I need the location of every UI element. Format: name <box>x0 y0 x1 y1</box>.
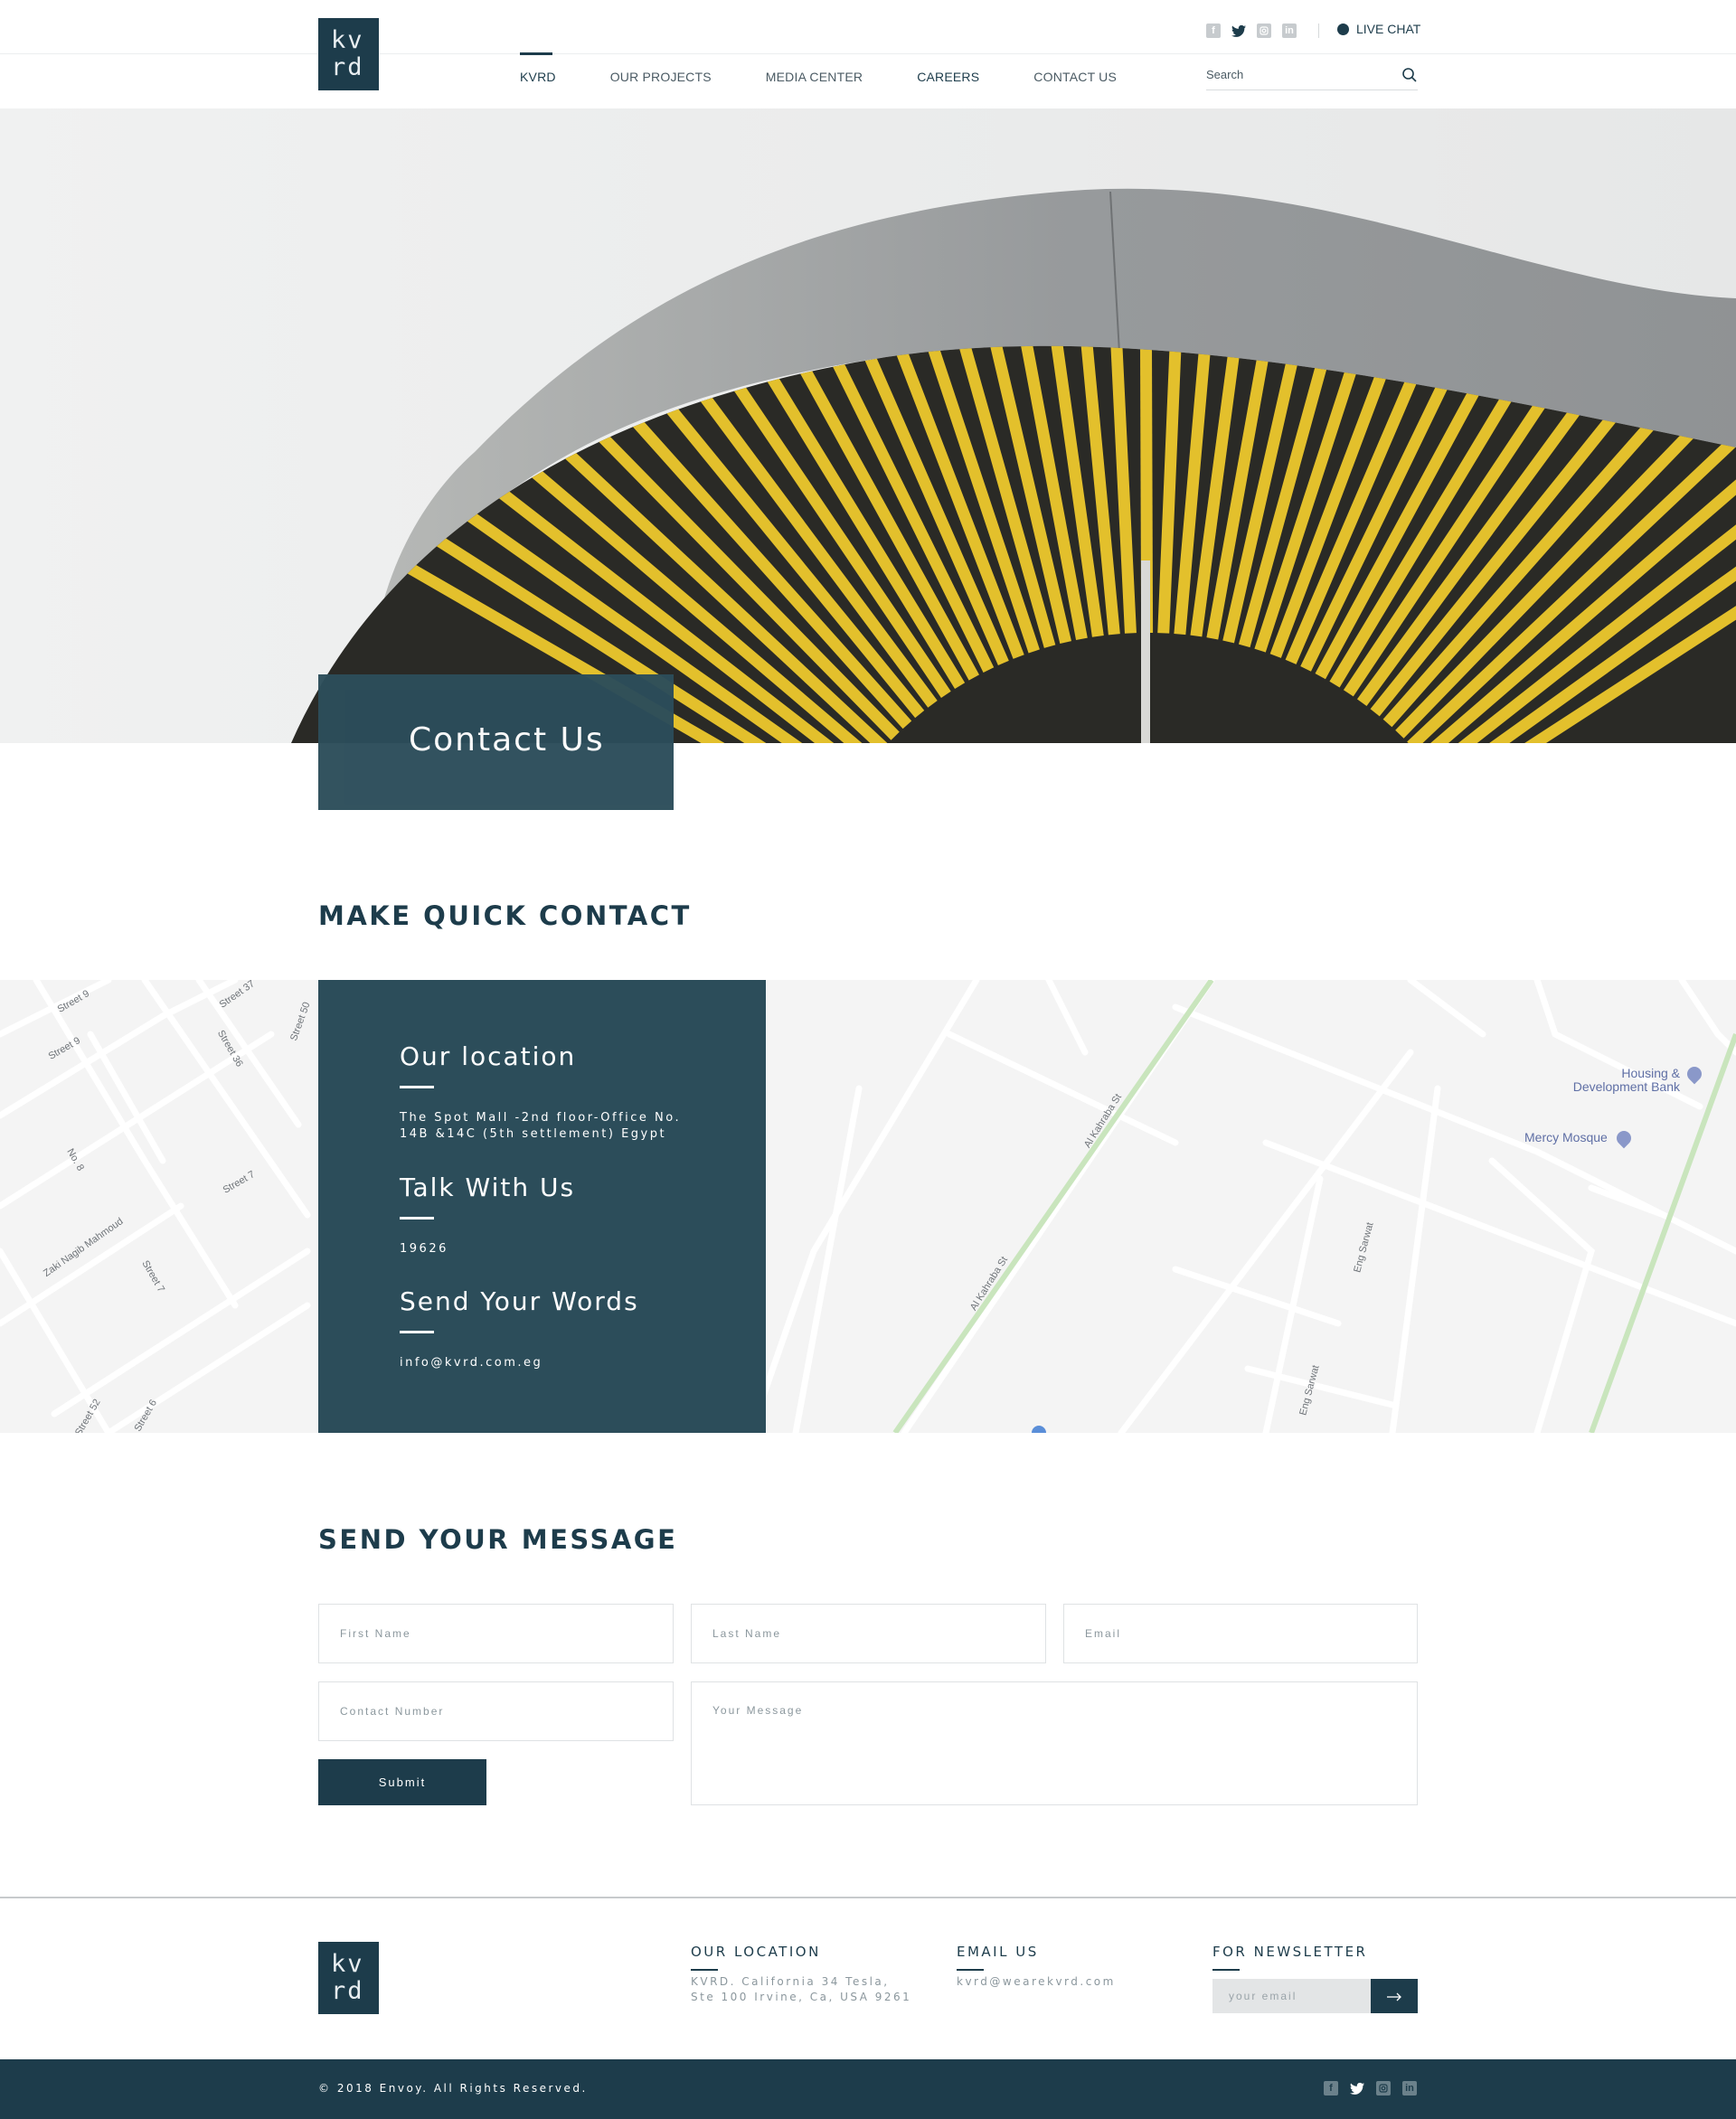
contact-info-card: Our location The Spot Mall -2nd floor-Of… <box>318 980 766 1433</box>
quick-contact-heading: MAKE QUICK CONTACT <box>318 900 692 931</box>
footer-divider <box>0 1897 1736 1898</box>
contact-number-field[interactable] <box>319 1682 673 1740</box>
email-link[interactable]: info@kvrd.com.eg <box>400 1355 639 1371</box>
search-input[interactable] <box>1206 68 1387 81</box>
talk-heading: Talk With Us <box>400 1173 576 1202</box>
last-name-wrapper <box>691 1604 1046 1663</box>
newsletter-form <box>1212 1979 1418 2013</box>
poi-label: Housing & Development Bank <box>1572 1066 1680 1094</box>
hero-architecture-image <box>0 108 1736 743</box>
instagram-icon[interactable] <box>1257 24 1271 38</box>
header-social-links: f in <box>1206 24 1297 38</box>
footer-newsletter-title: FOR NEWSLETTER <box>1212 1944 1368 1960</box>
submit-button[interactable]: Submit <box>318 1759 486 1805</box>
nav-item-our-projects[interactable]: OUR PROJECTS <box>610 54 712 108</box>
words-block: Send Your Words info@kvrd.com.eg <box>400 1286 639 1371</box>
site-header: kv rd KVRD OUR PROJECTS MEDIA CENTER CAR… <box>0 0 1736 108</box>
location-map[interactable]: Street 9 Street 9 Street 37 Street 36 St… <box>0 980 1736 1433</box>
footer-bottom-bar: © 2018 Envoy. All Rights Reserved. f in <box>0 2059 1736 2119</box>
map-location-dot <box>1032 1426 1046 1433</box>
footer-location: OUR LOCATION KVRD. California 34 Tesla, … <box>691 1944 911 2005</box>
phone-number-link[interactable]: 19626 <box>400 1241 575 1257</box>
twitter-icon[interactable] <box>1350 2081 1364 2095</box>
page-title: Contact Us <box>409 721 605 758</box>
first-name-field[interactable] <box>319 1605 673 1662</box>
arrow-right-icon <box>1387 1992 1401 2001</box>
logo-text-bottom: rd <box>331 53 364 81</box>
footer-email: EMAIL US kvrd@wearekvrd.com <box>957 1944 1116 1990</box>
hero-title-box: Contact Us <box>318 674 674 810</box>
footer-social-links: f in <box>1324 2081 1417 2095</box>
nav-item-media-center[interactable]: MEDIA CENTER <box>766 54 863 108</box>
footer-newsletter: FOR NEWSLETTER <box>1212 1944 1367 1971</box>
facebook-icon[interactable]: f <box>1206 24 1221 38</box>
footer-title-underline <box>691 1969 718 1971</box>
footer-email-link[interactable]: kvrd@wearekvrd.com <box>957 1974 1116 1990</box>
hero-banner <box>0 108 1736 743</box>
copyright-text: © 2018 Envoy. All Rights Reserved. <box>318 2082 588 2095</box>
talk-block: Talk With Us 19626 <box>400 1173 575 1257</box>
search-box <box>1206 67 1418 90</box>
address-line-1: The Spot Mall -2nd floor-Office No. <box>400 1111 682 1125</box>
main-nav: KVRD OUR PROJECTS MEDIA CENTER CAREERS C… <box>520 52 1171 108</box>
last-name-field[interactable] <box>692 1605 1045 1662</box>
mosque-pin-icon <box>1613 1127 1635 1149</box>
twitter-icon[interactable] <box>1231 24 1246 38</box>
map-roads <box>0 980 1736 1433</box>
kvrd-logo[interactable]: kv rd <box>318 18 379 90</box>
live-chat-label: LIVE CHAT <box>1356 22 1421 36</box>
search-icon[interactable] <box>1401 67 1418 83</box>
facebook-icon[interactable]: f <box>1324 2081 1338 2095</box>
email-field[interactable] <box>1064 1605 1417 1662</box>
map-poi-mosque[interactable]: Mercy Mosque <box>1524 1127 1635 1149</box>
heading-underline <box>400 1086 434 1088</box>
logo-text-bottom: rd <box>331 1977 364 2005</box>
instagram-icon[interactable] <box>1376 2081 1391 2095</box>
heading-underline <box>400 1217 434 1220</box>
logo-text-top: kv <box>331 26 364 54</box>
nav-item-careers[interactable]: CAREERS <box>917 54 979 108</box>
bank-pin-icon <box>1684 1063 1705 1085</box>
address-line-2: 14B &14C (5th settlement) Egypt <box>400 1127 667 1141</box>
location-heading: Our location <box>400 1041 577 1071</box>
words-heading: Send Your Words <box>400 1286 639 1316</box>
nav-item-contact-us[interactable]: CONTACT US <box>1033 54 1117 108</box>
first-name-wrapper <box>318 1604 674 1663</box>
footer-title-underline <box>1212 1969 1240 1971</box>
footer-email-title: EMAIL US <box>957 1944 1039 1960</box>
linkedin-icon[interactable]: in <box>1282 24 1297 38</box>
location-address: The Spot Mall -2nd floor-Office No. 14B … <box>400 1110 681 1143</box>
map-poi-bank[interactable]: Housing & Development Bank <box>1562 1063 1705 1094</box>
newsletter-email-input[interactable] <box>1212 1979 1371 2013</box>
poi-label: Mercy Mosque <box>1524 1130 1608 1144</box>
send-message-heading: SEND YOUR MESSAGE <box>318 1524 678 1555</box>
location-block: Our location The Spot Mall -2nd floor-Of… <box>400 1041 681 1143</box>
message-wrapper <box>691 1681 1418 1805</box>
message-textarea[interactable] <box>692 1682 1417 1804</box>
heading-underline <box>400 1331 434 1333</box>
linkedin-icon[interactable]: in <box>1402 2081 1417 2095</box>
footer-title-underline <box>957 1969 984 1971</box>
contact-number-wrapper <box>318 1681 674 1741</box>
live-chat-button[interactable]: LIVE CHAT <box>1337 22 1420 36</box>
footer-address-line-2: Ste 100 Irvine, Ca, USA 9261 <box>691 1991 912 2003</box>
header-vertical-divider <box>1318 24 1319 38</box>
email-wrapper <box>1063 1604 1418 1663</box>
footer-address-line-1: KVRD. California 34 Tesla, <box>691 1975 890 1988</box>
footer-location-title: OUR LOCATION <box>691 1944 821 1960</box>
logo-text-top: kv <box>331 1950 364 1978</box>
nav-item-kvrd[interactable]: KVRD <box>520 52 556 108</box>
chat-bubble-icon <box>1337 23 1349 35</box>
newsletter-submit-button[interactable] <box>1371 1979 1418 2013</box>
footer-kvrd-logo[interactable]: kv rd <box>318 1942 379 2014</box>
